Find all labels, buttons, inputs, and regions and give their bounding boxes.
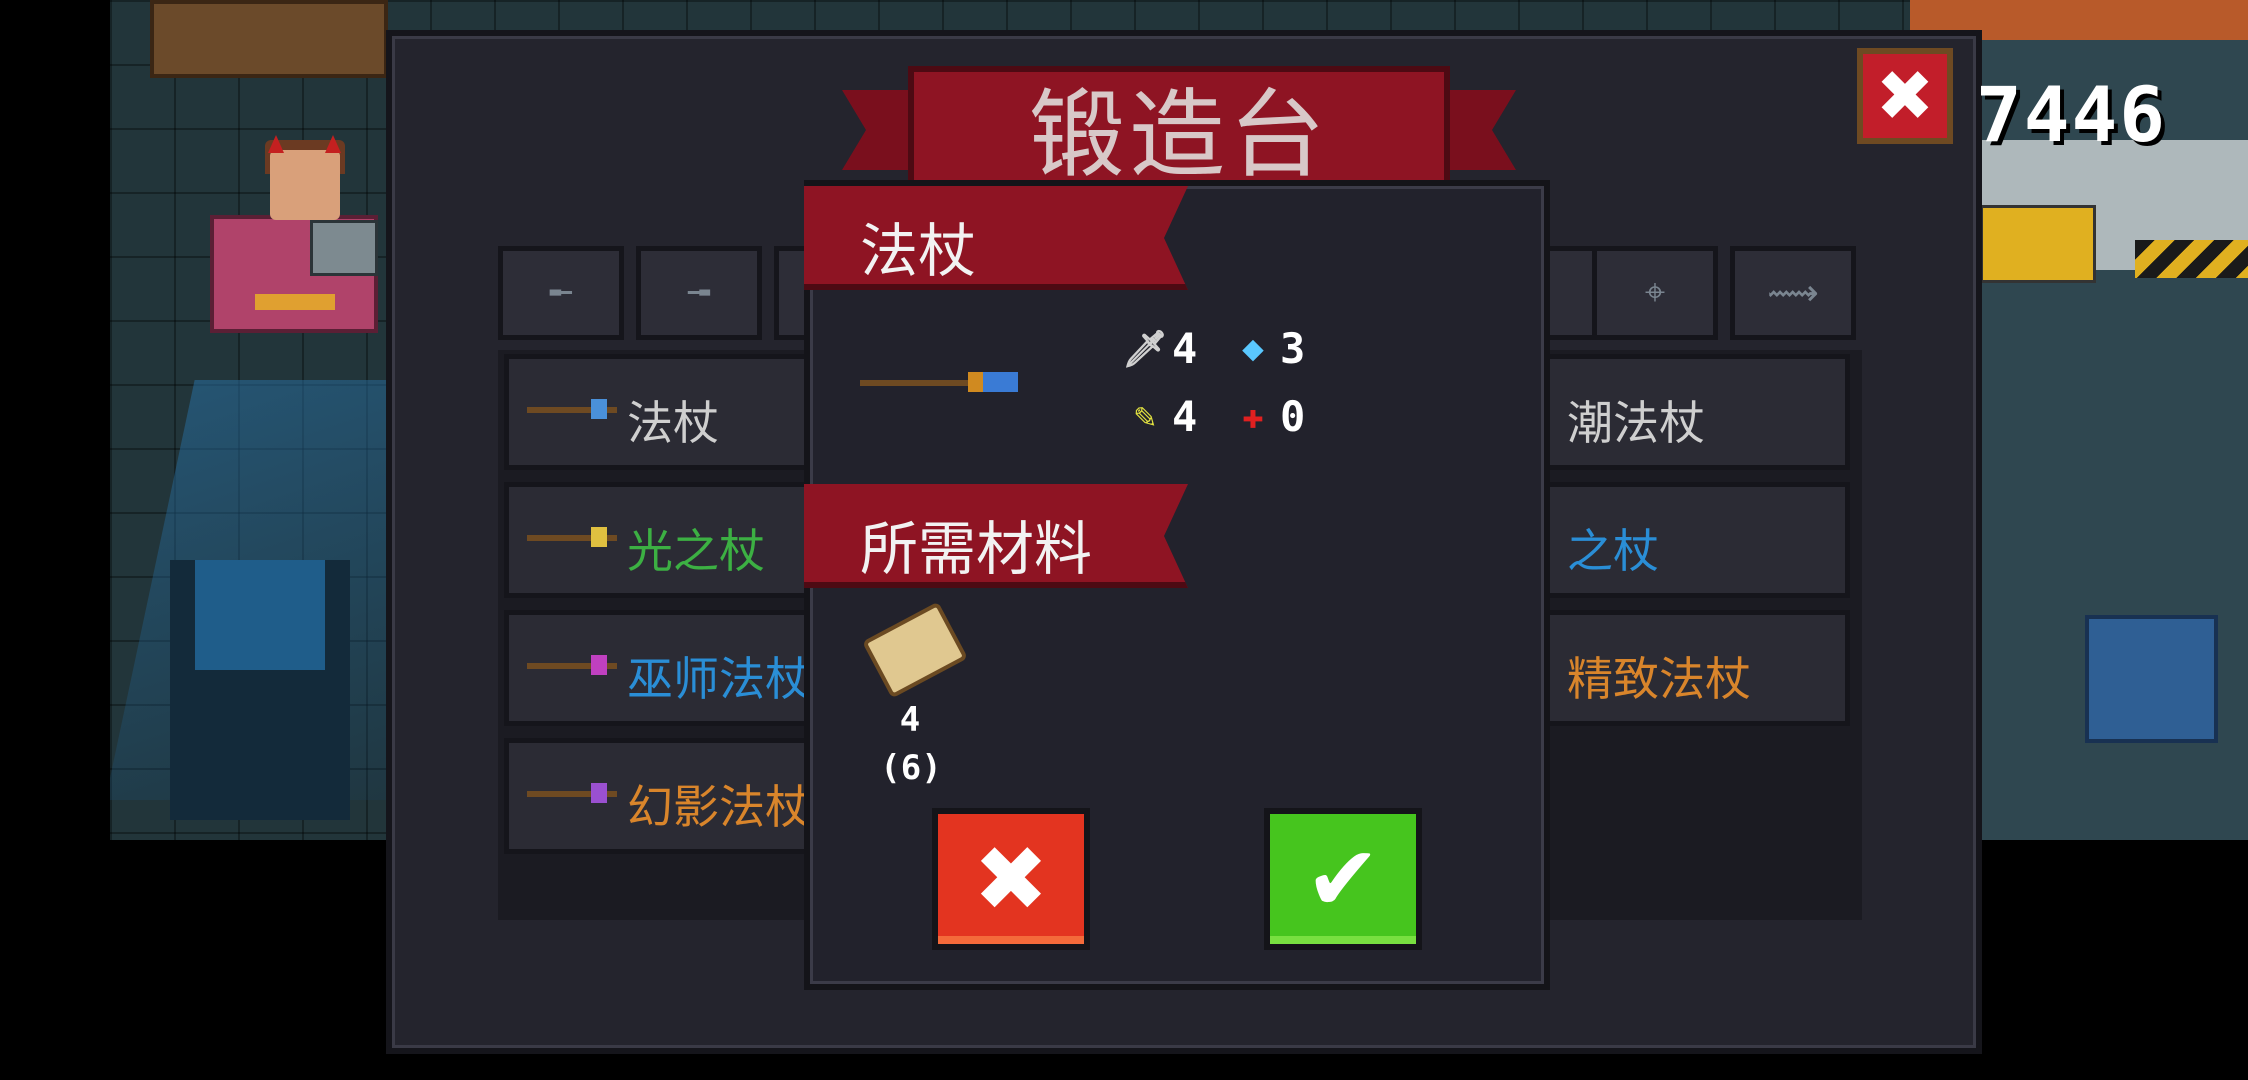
npc-character[interactable]	[270, 150, 340, 220]
tab-rifle[interactable]: ╼	[636, 246, 762, 340]
energy-value: 3	[1280, 324, 1306, 373]
page-title: 锻造台	[1029, 78, 1329, 191]
shelf	[150, 0, 388, 78]
list-item[interactable]: 精致法杖	[1520, 610, 1850, 726]
close-icon: ✖	[973, 826, 1049, 932]
staff-gem-icon	[591, 399, 607, 419]
tab-crosshair[interactable]: ⌖	[1592, 246, 1718, 340]
staff-gem-icon	[591, 655, 607, 675]
staff-head-icon	[968, 372, 1018, 392]
materials-section-label: 所需材料	[860, 515, 1093, 583]
weapon-name: 法杖	[627, 396, 719, 450]
tab-fish[interactable]: ⟿	[1730, 246, 1856, 340]
rifle-icon: ╼	[688, 272, 710, 314]
sword-icon: 🗡	[1122, 328, 1168, 370]
close-icon: ✖	[1875, 55, 1935, 137]
spread-value: 0	[1280, 392, 1306, 441]
item-section-banner: 法杖	[804, 186, 1188, 290]
staff-gem-icon	[591, 527, 607, 547]
blueprint-board	[2085, 615, 2218, 743]
energy-crystal-icon: ◆	[1242, 328, 1264, 369]
staff-icon	[860, 380, 970, 386]
list-item[interactable]: 光之杖	[504, 482, 824, 598]
coin-counter: 7446	[1976, 70, 2168, 159]
weapon-name: 光之杖	[627, 524, 765, 578]
list-item[interactable]: 幻影法杖	[504, 738, 824, 854]
stat-spread: ✚ 0	[1236, 392, 1305, 441]
check-icon: ✔	[1305, 826, 1381, 932]
list-item[interactable]: 之杖	[1520, 482, 1850, 598]
npc-desk-bar	[255, 294, 335, 310]
list-item[interactable]: 巫师法杖	[504, 610, 824, 726]
close-button[interactable]: ✖	[1857, 48, 1953, 144]
pillar-top	[195, 560, 325, 670]
attack-value: 4	[1172, 324, 1198, 373]
list-item[interactable]: 法杖	[504, 354, 824, 470]
crit-value: 4	[1172, 392, 1198, 441]
weapon-name: 潮法杖	[1567, 396, 1705, 450]
npc-horn-left	[268, 135, 284, 153]
fish-weapon-icon: ⟿	[1767, 272, 1819, 314]
item-section-label: 法杖	[860, 217, 977, 285]
stat-crit: ✎ 4	[1128, 392, 1197, 441]
weapon-name: 幻影法杖	[627, 780, 811, 834]
materials-section-banner: 所需材料	[804, 484, 1188, 588]
material-owned: (6)	[880, 748, 942, 788]
confirm-button[interactable]: ✔	[1264, 808, 1422, 950]
weapon-name: 之杖	[1567, 524, 1659, 578]
hazard-stripes	[2135, 240, 2248, 278]
npc-monitor	[310, 220, 378, 276]
warning-sign	[1980, 205, 2096, 283]
npc-horn-right	[325, 135, 341, 153]
title-banner: 锻造台	[908, 66, 1450, 191]
material-required: 4	[899, 700, 921, 740]
cancel-button[interactable]: ✖	[932, 808, 1090, 950]
crit-icon: ✎	[1134, 396, 1156, 437]
stat-energy: ◆ 3	[1236, 324, 1305, 373]
tab-pistol[interactable]: ╾	[498, 246, 624, 340]
staff-gem-icon	[591, 783, 607, 803]
crosshair-icon: ⌖	[1644, 272, 1666, 313]
weapon-name: 巫师法杖	[627, 652, 811, 706]
stat-attack: 🗡 4	[1122, 324, 1198, 373]
spread-icon: ✚	[1242, 396, 1264, 437]
weapon-name: 精致法杖	[1567, 652, 1751, 706]
pistol-icon: ╾	[550, 272, 572, 314]
list-item[interactable]: 潮法杖	[1520, 354, 1850, 470]
